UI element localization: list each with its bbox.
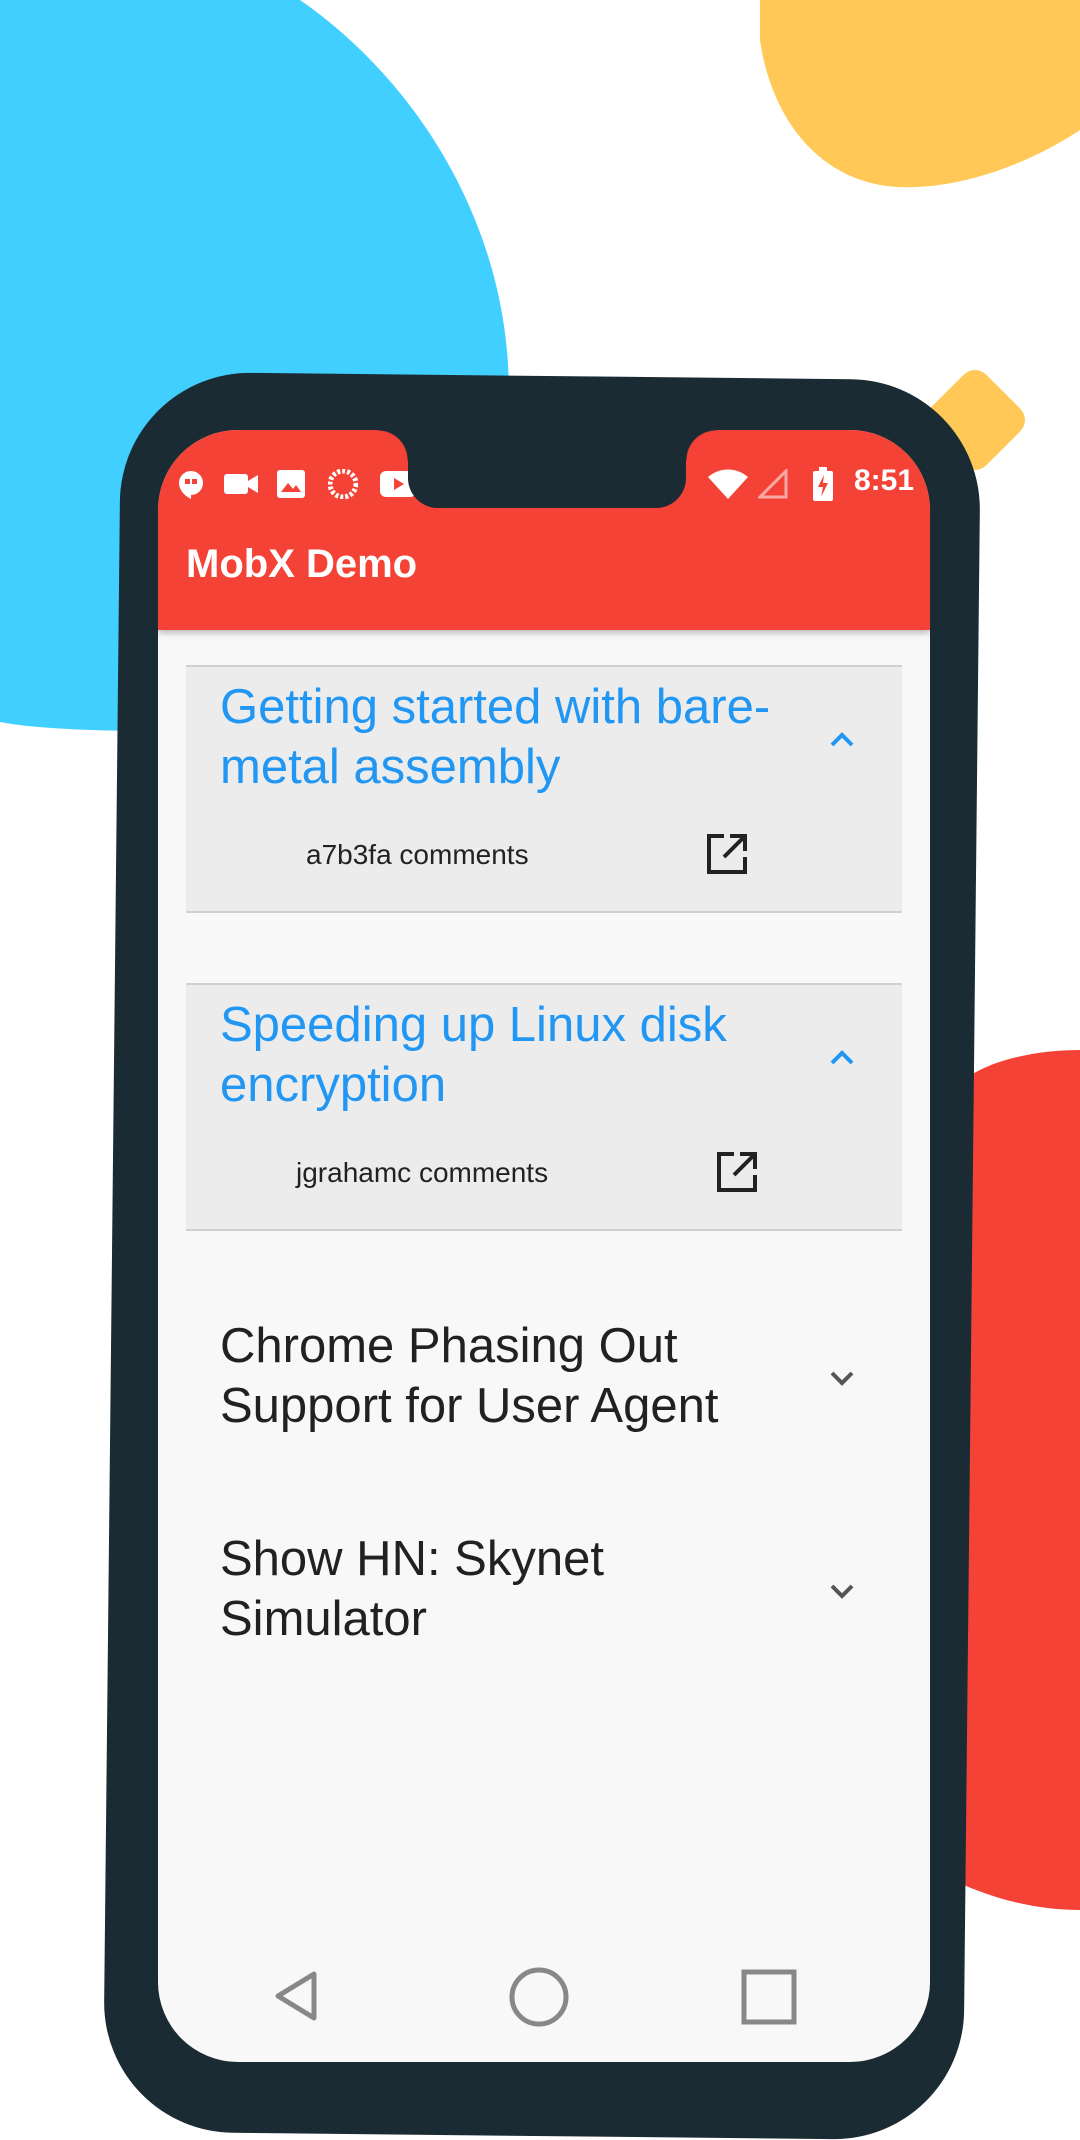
signal-icon: [758, 469, 788, 499]
chevron-down-icon[interactable]: [822, 1358, 862, 1398]
status-time: 8:51: [853, 464, 914, 497]
chevron-up-icon[interactable]: [822, 719, 862, 759]
yellow-blob: [760, 0, 1080, 188]
story-row[interactable]: Chrome Phasing Out Support for User Agen…: [158, 1302, 930, 1452]
battery-charging-icon: [812, 467, 834, 501]
hangouts-icon: [176, 469, 206, 499]
loading-icon: [328, 469, 358, 499]
open-in-new-icon[interactable]: [714, 1149, 760, 1195]
story-author: jgrahamc comments: [296, 1157, 549, 1188]
navigation-bar: [158, 1940, 930, 2062]
video-camera-icon: [224, 469, 260, 499]
back-icon[interactable]: [270, 1968, 326, 2024]
phone-screen: 8:51 MobX Demo Getting started with bare…: [158, 430, 930, 2062]
story-row[interactable]: Show HN: Skynet Simulator: [158, 1515, 930, 1665]
wifi-icon: [708, 469, 748, 499]
story-author: a7b3fa comments: [306, 839, 529, 870]
story-card[interactable]: Speeding up Linux disk encryption jgraha…: [186, 983, 902, 1231]
image-icon: [276, 469, 306, 499]
recents-icon[interactable]: [740, 1968, 798, 2026]
story-card[interactable]: Getting started with bare-metal assembly…: [186, 665, 902, 913]
camera-notch: [378, 430, 716, 508]
story-title[interactable]: Getting started with bare-metal assembly: [220, 677, 780, 797]
app-title: MobX Demo: [186, 542, 418, 586]
chevron-up-icon[interactable]: [822, 1037, 862, 1077]
story-title[interactable]: Show HN: Skynet Simulator: [220, 1529, 780, 1649]
story-title[interactable]: Speeding up Linux disk encryption: [220, 995, 780, 1115]
story-title[interactable]: Chrome Phasing Out Support for User Agen…: [220, 1316, 780, 1436]
home-icon[interactable]: [508, 1966, 570, 2028]
chevron-down-icon[interactable]: [822, 1571, 862, 1611]
open-in-new-icon[interactable]: [704, 831, 750, 877]
